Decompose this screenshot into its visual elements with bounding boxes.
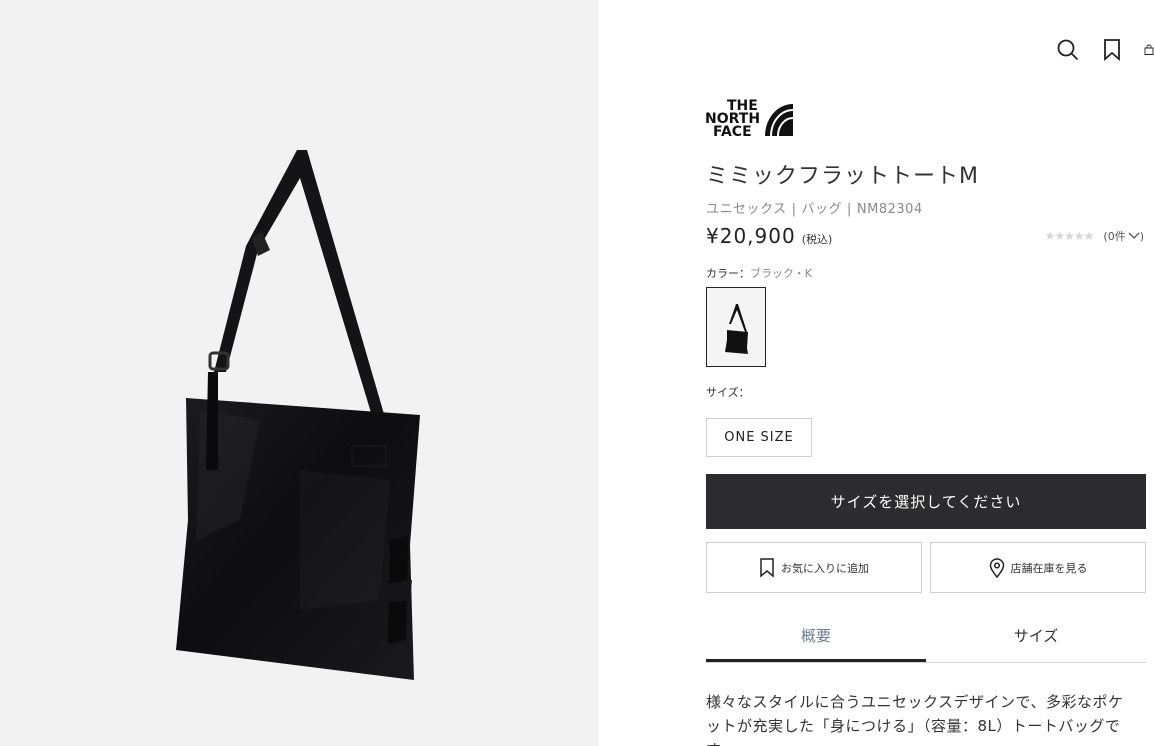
description-line: ットが充実した「身につける」（容量：8L）トートバッグです。 bbox=[706, 717, 1121, 746]
info-tabs: 概要 サイズ bbox=[706, 608, 1146, 663]
category-type: バッグ bbox=[801, 202, 843, 217]
product-description: 様々なスタイルに合うユニセックスデザインで、多彩なポケ ットが充実した「身につけ… bbox=[706, 690, 1146, 746]
product-title: ミミックフラットトートM bbox=[706, 164, 979, 189]
location-pin-icon bbox=[989, 557, 1004, 578]
favorites-label: お気に入りに追加 bbox=[781, 561, 869, 575]
color-swatch-black[interactable] bbox=[706, 287, 766, 367]
search-icon[interactable] bbox=[1056, 38, 1080, 62]
color-label-text: カラー： bbox=[706, 267, 750, 280]
bookmark-icon bbox=[760, 557, 774, 578]
description-line: 様々なスタイルに合うユニセックスデザインで、多彩なポケ bbox=[706, 693, 1124, 711]
category-gender: ユニセックス bbox=[706, 202, 787, 217]
tab-size[interactable]: サイズ bbox=[926, 608, 1146, 662]
product-info-panel: THE NORTH FACE ミミックフラットトートM ユニセックス | バッグ | N… bbox=[598, 0, 1154, 746]
store-stock-button[interactable]: 店舗在庫を見る bbox=[930, 542, 1146, 593]
chevron-down-icon bbox=[1128, 232, 1140, 239]
add-to-favorites-button[interactable]: お気に入りに追加 bbox=[706, 542, 922, 593]
store-stock-label: 店舗在庫を見る bbox=[1010, 561, 1088, 575]
rating-count: (0件 bbox=[1103, 230, 1126, 243]
product-image[interactable] bbox=[0, 0, 598, 746]
color-label: カラー：ブラック・K bbox=[706, 265, 812, 281]
model-number: NM82304 bbox=[856, 202, 923, 217]
bookmark-icon[interactable] bbox=[1100, 38, 1124, 62]
price-row: ¥20,900 (税込) bbox=[706, 224, 832, 248]
brand-logo[interactable]: THE NORTH FACE bbox=[705, 96, 795, 140]
star-rating-icon: ★★★★★ bbox=[1044, 229, 1095, 243]
product-image-area bbox=[0, 0, 598, 746]
select-size-button[interactable]: サイズを選択してください bbox=[706, 474, 1146, 529]
color-value: ブラック・K bbox=[750, 267, 812, 280]
size-label: サイズ： bbox=[706, 386, 750, 399]
product-price: ¥20,900 bbox=[706, 224, 796, 248]
cart-icon[interactable] bbox=[1144, 38, 1154, 62]
rating-summary[interactable]: ★★★★★ (0件 ) bbox=[1045, 228, 1144, 244]
separator: | bbox=[847, 202, 852, 217]
product-category: ユニセックス | バッグ | NM82304 bbox=[706, 198, 923, 217]
logo-text-face: FACE bbox=[713, 124, 752, 140]
header-icons bbox=[1056, 38, 1154, 62]
separator: | bbox=[791, 202, 797, 217]
size-option-one-size[interactable]: ONE SIZE bbox=[706, 418, 812, 457]
tax-note: (税込) bbox=[801, 233, 833, 246]
tab-overview[interactable]: 概要 bbox=[706, 608, 926, 662]
